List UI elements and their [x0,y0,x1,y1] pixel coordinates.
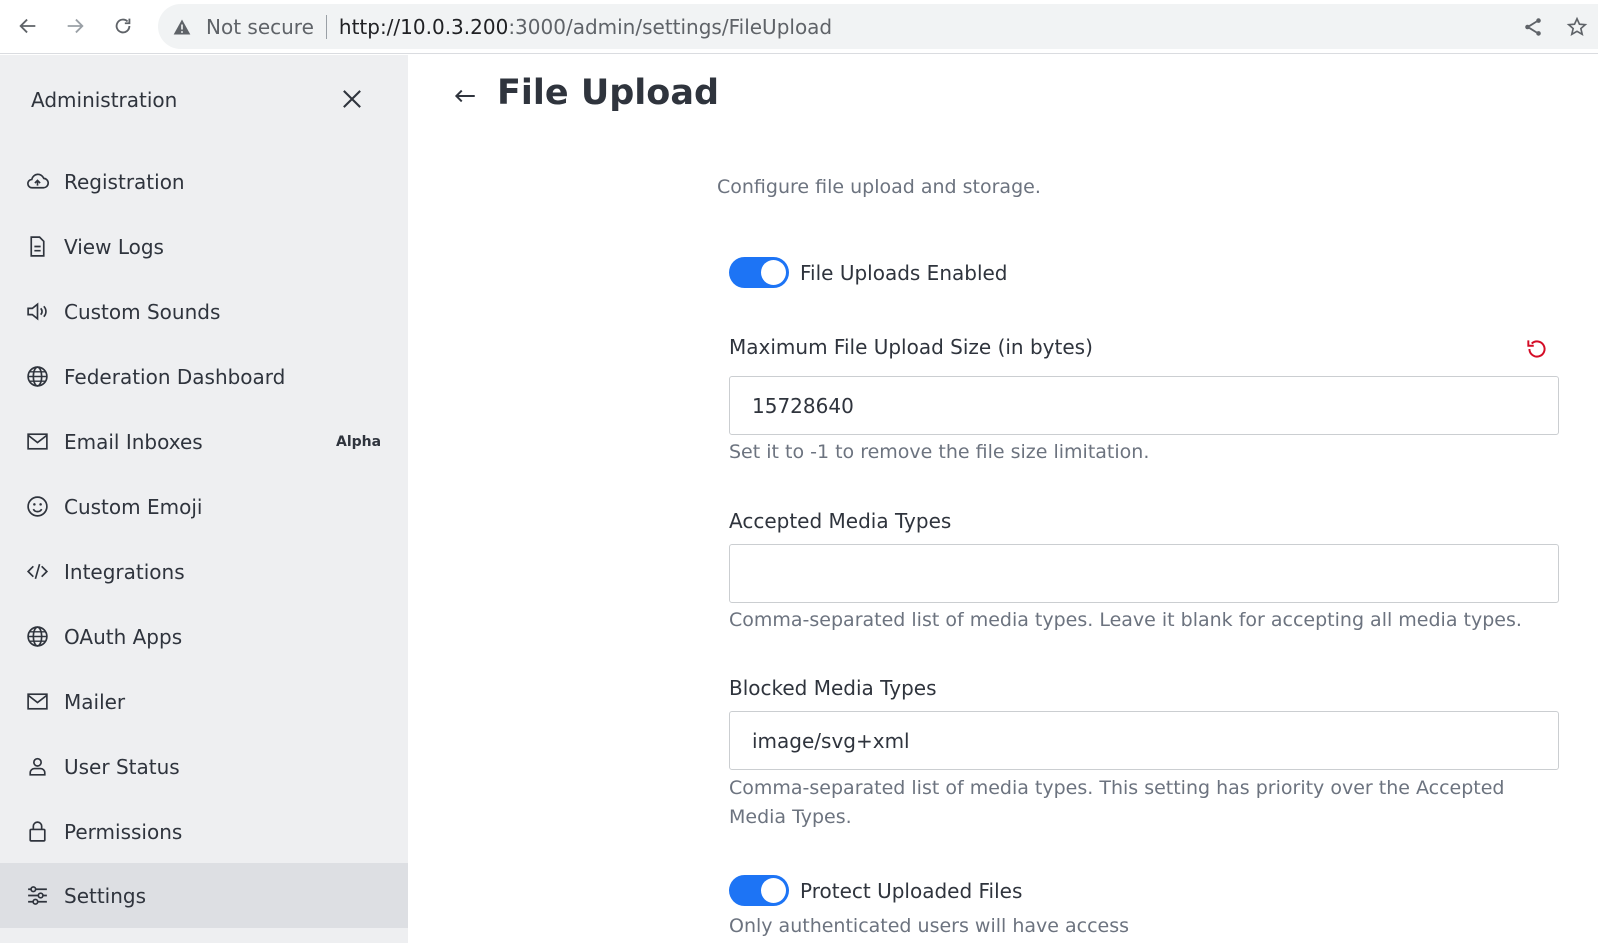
protect-uploaded-files-hint: Only authenticated users will have acces… [729,915,1130,937]
sidebar-item-label: User Status [64,754,180,779]
lock-icon [24,819,50,845]
sidebar-item-label: Mailer [64,689,126,714]
accepted-media-types-label: Accepted Media Types [729,509,952,533]
blocked-media-types-input[interactable] [729,711,1559,770]
warning-icon [173,19,191,34]
document-icon [24,234,50,260]
blocked-media-types-label: Blocked Media Types [729,676,937,700]
mail-icon [24,689,50,715]
reload-icon [115,18,131,34]
sidebar-item-label: Settings [64,883,147,908]
browser-toolbar: Not secure http://10.0.3.200:3000/admin/… [0,0,1598,54]
sidebar-item-oauth-apps[interactable]: OAuth Apps [0,604,408,669]
globe-icon [24,624,50,650]
cloud-icon [24,169,50,195]
page-description: Configure file upload and storage. [717,176,1041,198]
globe-icon [24,364,50,390]
mail-icon [24,429,50,455]
url-path: :3000/admin/settings/FileUpload [508,14,833,39]
emoji-icon [24,494,50,520]
sidebar-item-integrations[interactable]: Integrations [0,539,408,604]
code-icon [24,559,50,585]
accepted-media-types-hint: Comma-separated list of media types. Lea… [729,609,1522,631]
toggle-knob [761,878,786,903]
arrow-left-icon [19,18,36,34]
sidebar-item-email-inboxes[interactable]: Email Inboxes Alpha [0,409,408,474]
arrow-right-icon [67,18,84,34]
sidebar-item-label: Custom Emoji [64,494,203,519]
sidebar-item-label: Federation Dashboard [64,364,286,389]
speaker-icon [24,299,50,325]
sidebar-item-federation-dashboard[interactable]: Federation Dashboard [0,344,408,409]
sidebar-title: Administration [31,88,178,112]
sidebar-item-settings[interactable]: Settings [0,863,408,928]
forward-button[interactable] [58,9,92,43]
star-icon[interactable] [1566,16,1588,38]
divider [325,14,327,39]
user-icon [24,754,50,780]
sidebar-item-label: Permissions [64,819,183,844]
reload-button[interactable] [106,9,140,43]
back-arrow-icon[interactable] [452,83,478,109]
protect-uploaded-files-label: Protect Uploaded Files [800,879,1023,903]
not-secure-label: Not secure [206,14,314,39]
max-file-size-hint: Set it to -1 to remove the file size lim… [729,441,1150,463]
settings-content: File Upload Configure file upload and st… [408,55,1598,943]
share-icon[interactable] [1522,16,1544,38]
sidebar-item-custom-sounds[interactable]: Custom Sounds [0,279,408,344]
sidebar-item-label: Integrations [64,559,185,584]
page-title: File Upload [497,73,720,113]
sidebar-item-permissions[interactable]: Permissions [0,799,408,864]
admin-sidebar: Administration Registration View Logs Cu… [0,55,408,943]
sidebar-item-mailer[interactable]: Mailer [0,669,408,734]
sidebar-item-label: Registration [64,169,185,194]
max-file-size-label: Maximum File Upload Size (in bytes) [729,335,1093,359]
blocked-media-types-hint: Comma-separated list of media types. Thi… [729,777,1505,828]
alpha-badge: Alpha [336,433,382,450]
file-uploads-enabled-toggle[interactable] [729,257,789,288]
close-icon[interactable] [338,85,366,113]
sidebar-item-label: OAuth Apps [64,624,183,649]
sidebar-item-label: View Logs [64,234,164,259]
sidebar-item-label: Custom Sounds [64,299,221,324]
address-bar[interactable]: Not secure http://10.0.3.200:3000/admin/… [158,4,1598,49]
sidebar-item-registration[interactable]: Registration [0,149,408,214]
file-uploads-enabled-label: File Uploads Enabled [800,261,1008,285]
omnibox-actions [1522,4,1598,49]
sidebar-item-view-logs[interactable]: View Logs [0,214,408,279]
sliders-icon [24,883,50,909]
sidebar-item-user-status[interactable]: User Status [0,734,408,799]
back-button[interactable] [11,9,45,43]
max-file-size-input[interactable] [729,376,1559,435]
protect-uploaded-files-toggle[interactable] [729,875,789,906]
toggle-knob [761,260,786,285]
sidebar-header: Administration [0,55,408,143]
accepted-media-types-input[interactable] [729,544,1559,603]
sidebar-item-label: Email Inboxes [64,429,203,454]
url-host: http://10.0.3.200 [338,14,509,39]
reset-icon[interactable] [1524,336,1550,362]
sidebar-item-custom-emoji[interactable]: Custom Emoji [0,474,408,539]
